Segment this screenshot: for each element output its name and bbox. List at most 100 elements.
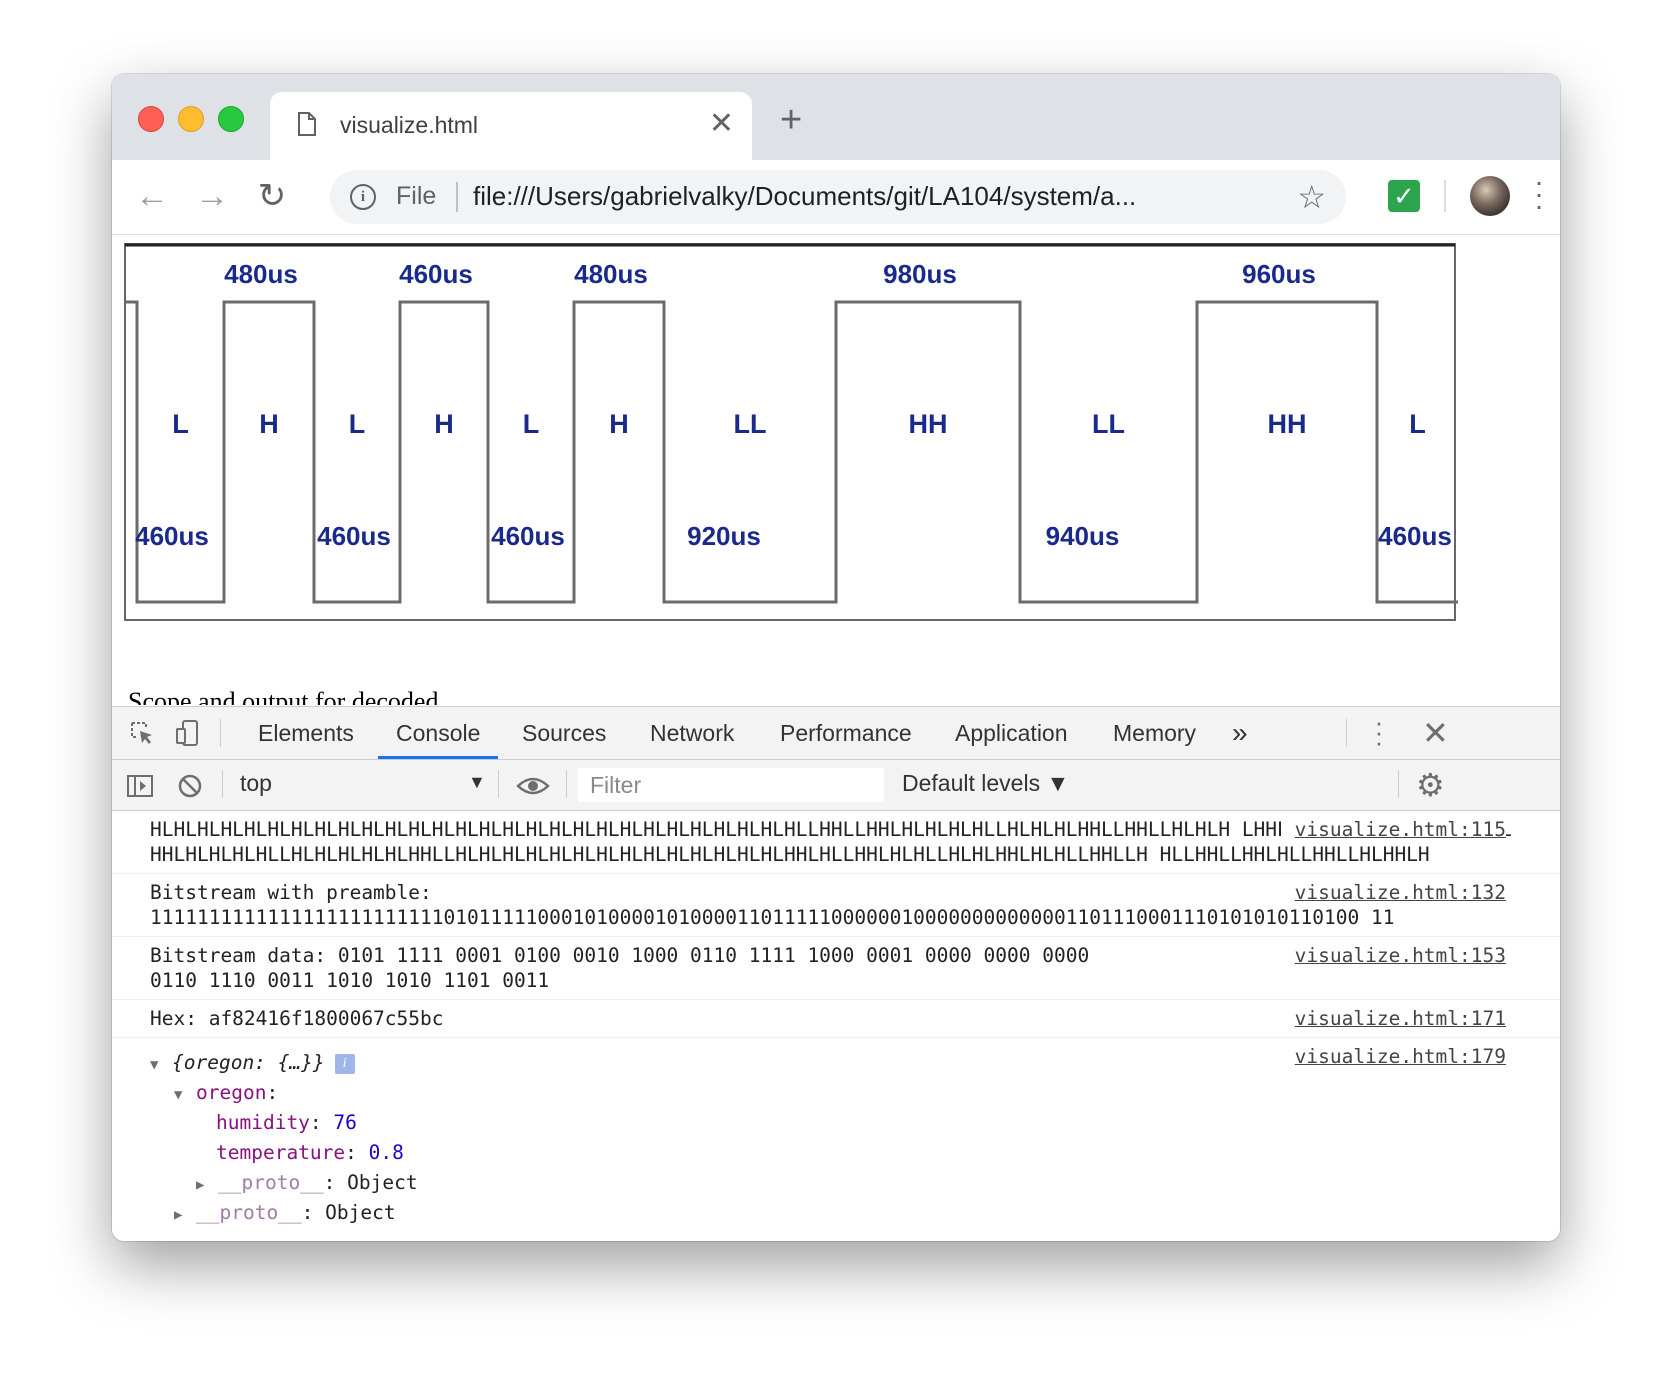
window-close-button[interactable]: [138, 106, 164, 132]
humidity-value: 76: [333, 1111, 357, 1134]
low-duration-label: 920us: [687, 521, 761, 551]
bit-label: L: [523, 409, 540, 439]
console-settings-gear-icon[interactable]: ⚙: [1416, 768, 1445, 802]
object-summary: {oregon: {…}}: [172, 1051, 325, 1074]
console-message: Bitstream with preamble: 111111111111111…: [112, 874, 1560, 937]
console-source-link[interactable]: visualize.html:171: [1280, 1006, 1506, 1031]
high-duration-label: 460us: [399, 259, 473, 289]
object-key: __proto__: [218, 1171, 324, 1194]
low-duration-label: 460us: [317, 521, 391, 551]
log-levels-dropdown[interactable]: Default levels ▼: [902, 770, 1069, 797]
bit-label: LL: [734, 409, 767, 439]
page-text-cutoff: Scope and output for decoded: [128, 687, 439, 705]
bit-label: H: [609, 409, 629, 439]
device-toolbar-icon[interactable]: [174, 719, 202, 747]
devtools-panel: Elements Console Sources Network Perform…: [112, 706, 1560, 1241]
console-source-link[interactable]: visualize.html:153: [1280, 943, 1506, 968]
console-filter-input[interactable]: [578, 768, 884, 802]
window-minimize-button[interactable]: [178, 106, 204, 132]
tab-strip: visualize.html ✕ +: [112, 74, 1560, 160]
live-expression-eye-icon[interactable]: [516, 772, 550, 800]
devtools-tab-bar: Elements Console Sources Network Perform…: [112, 707, 1560, 760]
bit-label: L: [1409, 409, 1426, 439]
browser-window: visualize.html ✕ + ← → ↻ i File file:///…: [112, 74, 1560, 1241]
document-icon: [298, 112, 316, 136]
object-key: temperature: [216, 1141, 346, 1164]
object-temperature-row: temperature: 0.8: [216, 1141, 404, 1164]
browser-menu-icon[interactable]: · · ·: [1534, 168, 1544, 220]
reload-button[interactable]: ↻: [250, 174, 294, 218]
console-message: Bitstream data: 0101 1111 0001 0100 0010…: [112, 937, 1560, 1000]
low-duration-label: 460us: [491, 521, 565, 551]
expanded-triangle-icon[interactable]: ▼: [150, 1050, 172, 1080]
console-separator: [1398, 770, 1399, 798]
profile-avatar[interactable]: [1470, 176, 1510, 216]
clear-console-icon[interactable]: [176, 772, 204, 800]
sidebar-toggle-icon[interactable]: [126, 772, 154, 800]
high-duration-label: 480us: [224, 259, 298, 289]
url-scheme-label: File: [396, 182, 437, 210]
object-key: oregon: [196, 1081, 267, 1104]
window-maximize-button[interactable]: [218, 106, 244, 132]
back-button[interactable]: ←: [130, 174, 174, 218]
devtools-close-icon[interactable]: ✕: [1422, 713, 1449, 753]
low-duration-label: 940us: [1046, 521, 1120, 551]
temperature-value: 0.8: [368, 1141, 404, 1164]
console-message: Hex: af82416f1800067c55bc visualize.html…: [112, 1000, 1560, 1038]
console-separator: [498, 770, 499, 798]
bit-label: HH: [1268, 409, 1307, 439]
tab-elements[interactable]: Elements: [258, 707, 354, 759]
context-select[interactable]: top: [240, 770, 272, 797]
object-key: __proto__: [196, 1201, 302, 1224]
url-divider: [456, 182, 458, 212]
bookmark-star-icon[interactable]: ☆: [1297, 178, 1326, 216]
console-separator: [566, 770, 567, 798]
console-source-link[interactable]: visualize.html:179: [1280, 1044, 1506, 1069]
console-object-message: visualize.html:179 ▼ {oregon: {…}} i ▼ oreg…: [112, 1038, 1560, 1228]
tab-close-icon[interactable]: ✕: [709, 107, 734, 141]
browser-toolbar: ← → ↻ i File file:///Users/gabrielvalky/…: [112, 160, 1560, 235]
high-duration-label: 480us: [574, 259, 648, 289]
browser-tab[interactable]: visualize.html ✕: [270, 92, 752, 160]
console-separator: [222, 770, 223, 798]
tab-sources[interactable]: Sources: [522, 707, 606, 759]
url-text[interactable]: file:///Users/gabrielvalky/Documents/git…: [473, 181, 1136, 212]
waveform-canvas: L 460us H 480us L 460us H 460us L 460us H 480us LL 92…: [124, 243, 1458, 621]
tab-title: visualize.html: [340, 112, 479, 138]
console-source-link[interactable]: visualize.html:132: [1280, 880, 1506, 905]
object-oregon-row[interactable]: ▼ oregon:: [150, 1078, 1520, 1108]
context-dropdown-icon[interactable]: ▼: [468, 772, 486, 793]
tab-console[interactable]: Console: [378, 707, 499, 759]
new-tab-button[interactable]: +: [780, 100, 802, 140]
object-proto-row[interactable]: ▶ __proto__: Object: [150, 1168, 1520, 1198]
console-output: HLHLHLHLHLHLHLHLHLHLHLHLHLHLHLHLHLHLHLHL…: [112, 811, 1560, 1241]
object-info-icon[interactable]: i: [334, 1053, 355, 1074]
collapsed-triangle-icon[interactable]: ▶: [196, 1170, 218, 1200]
forward-button[interactable]: →: [190, 174, 234, 218]
inspect-element-icon[interactable]: [128, 719, 156, 747]
site-info-icon[interactable]: i: [350, 184, 376, 210]
collapsed-triangle-icon[interactable]: ▶: [174, 1200, 196, 1230]
console-source-link[interactable]: visualize.html:115: [1280, 817, 1506, 842]
extension-check-icon[interactable]: ✓: [1388, 180, 1420, 212]
object-proto-row-outer[interactable]: ▶ __proto__: Object: [150, 1198, 1520, 1228]
more-tabs-chevron-icon[interactable]: »: [1232, 707, 1248, 759]
low-duration-label: 460us: [135, 521, 209, 551]
bit-label: H: [434, 409, 454, 439]
bit-label: LL: [1092, 409, 1125, 439]
bit-label: L: [349, 409, 366, 439]
address-bar[interactable]: i File file:///Users/gabrielvalky/Docume…: [330, 170, 1346, 224]
tab-application[interactable]: Application: [955, 707, 1068, 759]
object-key: humidity: [216, 1111, 310, 1134]
tab-memory[interactable]: Memory: [1113, 707, 1196, 759]
console-message: HLHLHLHLHLHLHLHLHLHLHLHLHLHLHLHLHLHLHLHL…: [112, 811, 1560, 874]
bit-label: HH: [909, 409, 948, 439]
high-duration-label: 960us: [1242, 259, 1316, 289]
proto-value: Object: [325, 1201, 396, 1224]
toolbar-separator: [1444, 180, 1446, 212]
expanded-triangle-icon[interactable]: ▼: [174, 1080, 196, 1110]
low-duration-label: 460us: [1378, 521, 1452, 551]
devtools-menu-icon[interactable]: · · ·: [1374, 709, 1384, 755]
tab-performance[interactable]: Performance: [780, 707, 912, 759]
tab-network[interactable]: Network: [650, 707, 734, 759]
